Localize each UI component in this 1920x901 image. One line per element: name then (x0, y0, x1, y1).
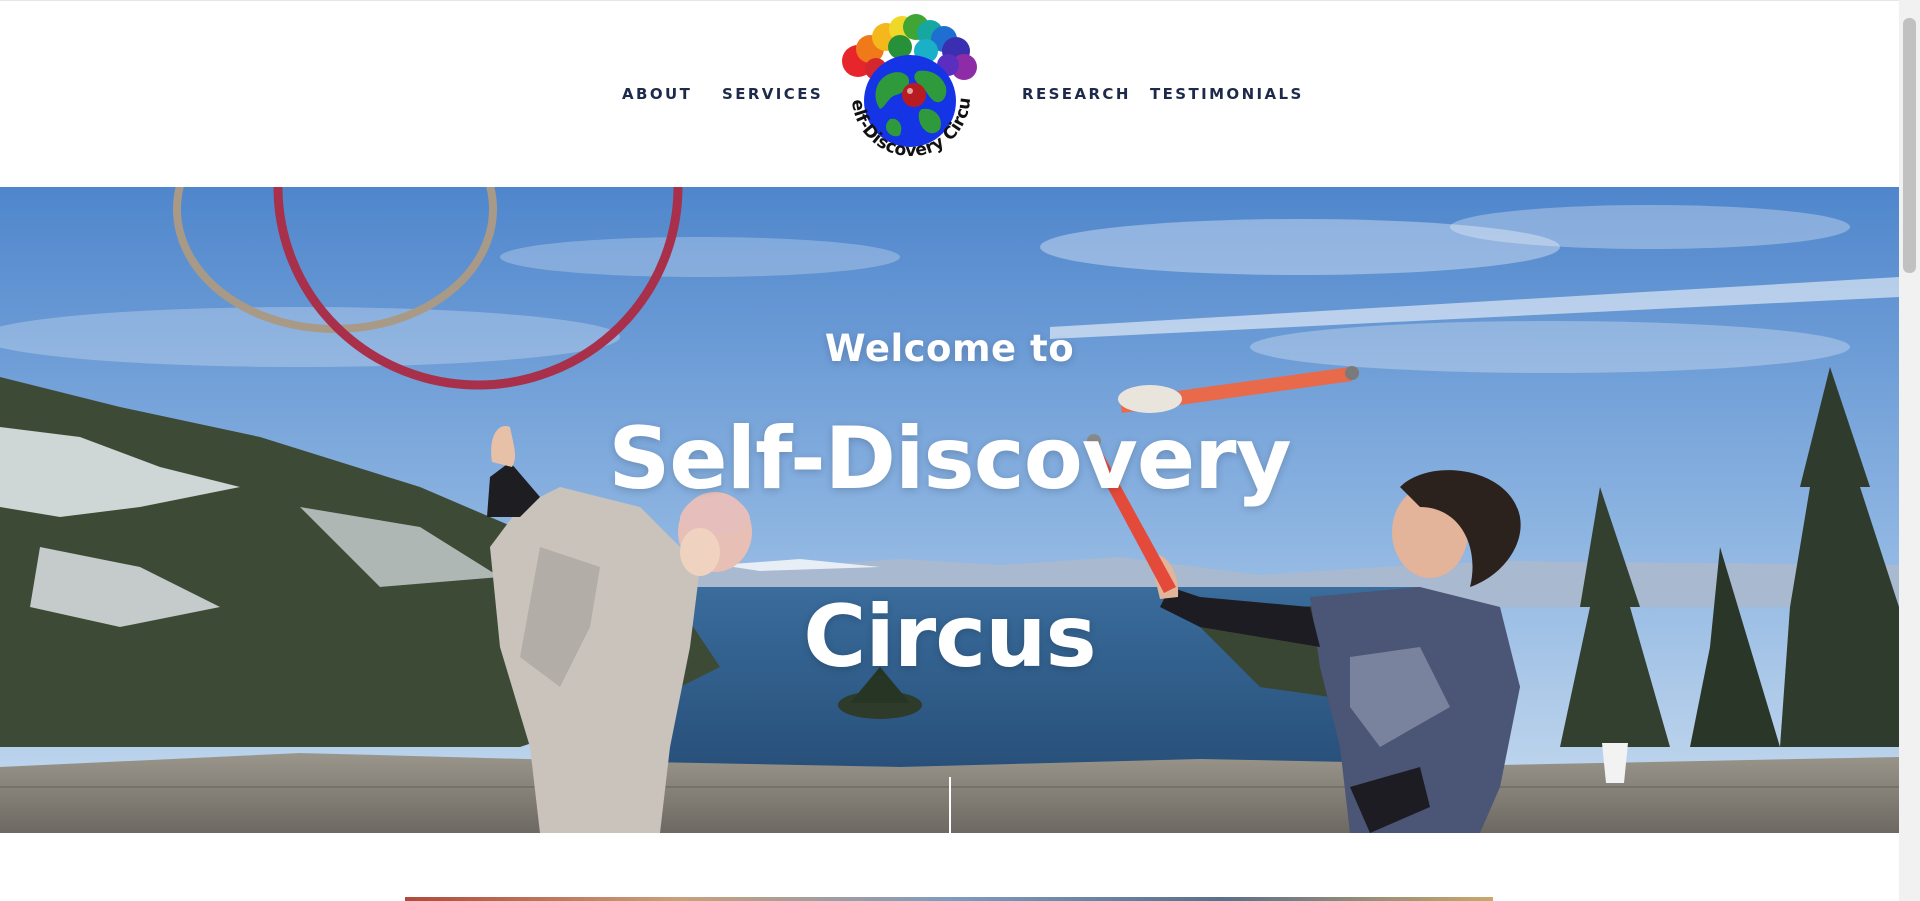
hero-background-image (0, 187, 1899, 833)
site-header: ABOUT SERVICES elf-Discovery Circu RESEA… (0, 0, 1899, 187)
page-scrollbar[interactable] (1899, 0, 1920, 901)
nav-research[interactable]: RESEARCH (1022, 85, 1131, 103)
nav-testimonials[interactable]: TESTIMONIALS (1150, 85, 1304, 103)
site-logo[interactable]: Self-Discovery Circus (824, 0, 1000, 179)
circus-logo-icon: Self-Discovery Circus (824, 0, 977, 161)
hero-title-line1: Self-Discovery (608, 409, 1291, 509)
hero-welcome: Welcome to (824, 327, 1075, 370)
hero-title-line2: Circus (803, 587, 1096, 687)
page: ABOUT SERVICES elf-Discovery Circu RESEA… (0, 0, 1899, 901)
nav-services[interactable]: SERVICES (722, 85, 823, 103)
hero-banner: Welcome to Self-Discovery Circus (0, 187, 1899, 833)
next-section-image-edge (405, 897, 1493, 901)
nav-about[interactable]: ABOUT (622, 85, 692, 103)
scroll-down-indicator[interactable] (949, 777, 951, 833)
scrollbar-thumb[interactable] (1903, 18, 1916, 273)
